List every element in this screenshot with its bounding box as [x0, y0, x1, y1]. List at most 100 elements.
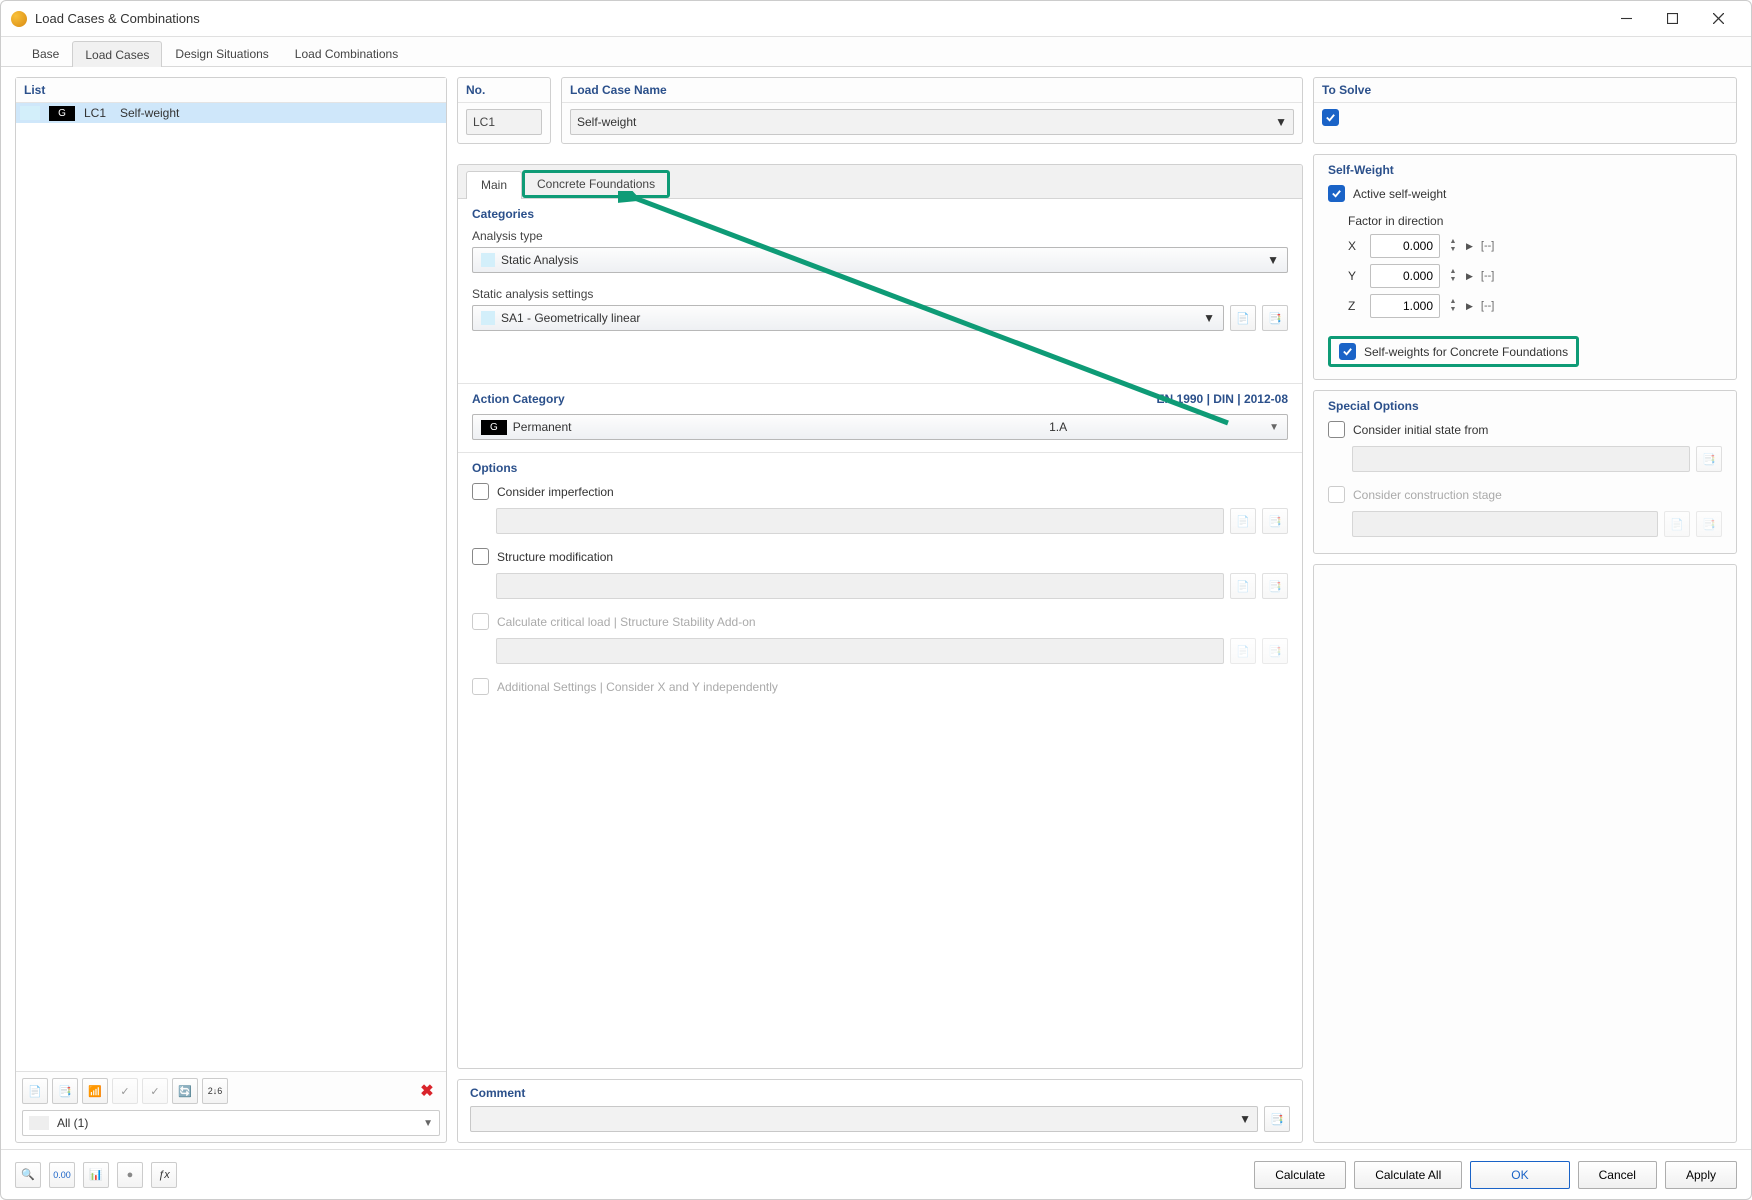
axis-y-label: Y [1348, 269, 1362, 283]
comment-title: Comment [470, 1086, 1290, 1100]
check-up-button[interactable]: ✓ [142, 1078, 168, 1104]
graphics-button[interactable]: 📊 [83, 1162, 109, 1188]
critical-field [496, 638, 1224, 664]
factor-direction-label: Factor in direction [1328, 214, 1722, 228]
factor-z-input[interactable] [1370, 294, 1440, 318]
initial-state-checkbox[interactable] [1328, 421, 1345, 438]
units-button[interactable]: 0.00 [49, 1162, 75, 1188]
footer: 🔍 0.00 📊 ● ƒx Calculate Calculate All OK… [1, 1149, 1751, 1199]
subtab-main[interactable]: Main [466, 171, 522, 199]
list-item[interactable]: G LC1 Self-weight [16, 103, 446, 123]
filter-combo[interactable]: All (1) ▼ [22, 1110, 440, 1136]
imperfection-checkbox[interactable] [472, 483, 489, 500]
name-combo[interactable]: Self-weight ▼ [570, 109, 1294, 135]
chevron-down-icon: ▼ [1239, 1112, 1251, 1126]
tab-design-situations[interactable]: Design Situations [162, 40, 281, 66]
calculate-all-button[interactable]: Calculate All [1354, 1161, 1462, 1189]
imperfection-new-button[interactable]: 📄 [1230, 508, 1256, 534]
calculate-button[interactable]: Calculate [1254, 1161, 1346, 1189]
reorder-button[interactable]: 📶 [82, 1078, 108, 1104]
initial-state-edit-button[interactable]: 📑 [1696, 446, 1722, 472]
structmod-checkbox[interactable] [472, 548, 489, 565]
help-button[interactable]: 🔍 [15, 1162, 41, 1188]
refresh-button[interactable]: 🔄 [172, 1078, 198, 1104]
renumber-button[interactable]: 2↓6 [202, 1078, 228, 1104]
copy-item-button[interactable]: 📑 [52, 1078, 78, 1104]
delete-button[interactable]: ✖ [414, 1078, 440, 1104]
comment-edit-button[interactable]: 📑 [1264, 1106, 1290, 1132]
spinner-x[interactable]: ▲▼ [1448, 238, 1458, 254]
new-item-button[interactable]: 📄 [22, 1078, 48, 1104]
imperfection-edit-button[interactable]: 📑 [1262, 508, 1288, 534]
list-header: List [16, 78, 446, 103]
minimize-button[interactable] [1603, 4, 1649, 34]
construction-stage-field [1352, 511, 1658, 537]
no-label: No. [458, 78, 550, 103]
critical-edit-button: 📑 [1262, 638, 1288, 664]
selfweight-cf-checkbox[interactable] [1339, 343, 1356, 360]
factor-x-input[interactable] [1370, 234, 1440, 258]
titlebar: Load Cases & Combinations [1, 1, 1751, 37]
categories-title: Categories [472, 207, 1288, 221]
check-down-button[interactable]: ✓ [112, 1078, 138, 1104]
play-icon[interactable]: ▶ [1466, 241, 1473, 252]
unit-x: [--] [1481, 240, 1494, 252]
no-input[interactable] [466, 109, 542, 135]
analysis-type-value: Static Analysis [501, 253, 578, 267]
active-selfweight-checkbox[interactable] [1328, 185, 1345, 202]
construction-stage-checkbox [1328, 486, 1345, 503]
additional-label: Additional Settings | Consider X and Y i… [497, 680, 778, 694]
cancel-button[interactable]: Cancel [1578, 1161, 1657, 1189]
sas-select[interactable]: SA1 - Geometrically linear ▼ [472, 305, 1224, 331]
sas-edit-button[interactable]: 📑 [1262, 305, 1288, 331]
script-button[interactable]: ƒx [151, 1162, 177, 1188]
spinner-z[interactable]: ▲▼ [1448, 298, 1458, 314]
factor-y-input[interactable] [1370, 264, 1440, 288]
action-category-select[interactable]: G Permanent 1.A ▼ [472, 414, 1288, 440]
structmod-edit-button[interactable]: 📑 [1262, 573, 1288, 599]
to-solve-checkbox[interactable] [1322, 109, 1339, 126]
sas-label: Static analysis settings [472, 287, 1288, 301]
apply-button[interactable]: Apply [1665, 1161, 1737, 1189]
construction-stage-edit-button: 📑 [1696, 511, 1722, 537]
window-title: Load Cases & Combinations [35, 11, 200, 26]
structmod-new-button[interactable]: 📄 [1230, 573, 1256, 599]
subtab-concrete-foundations[interactable]: Concrete Foundations [522, 170, 670, 198]
list-panel: List G LC1 Self-weight 📄 📑 📶 ✓ [15, 77, 447, 1143]
play-icon[interactable]: ▶ [1466, 301, 1473, 312]
tab-load-cases[interactable]: Load Cases [72, 41, 162, 67]
axis-x-label: X [1348, 239, 1362, 253]
active-selfweight-label: Active self-weight [1353, 187, 1446, 201]
imperfection-field [496, 508, 1224, 534]
structmod-label: Structure modification [497, 550, 613, 564]
special-title: Special Options [1328, 399, 1722, 413]
tab-base[interactable]: Base [19, 40, 72, 66]
chevron-down-icon: ▼ [1275, 115, 1287, 129]
subtabs: Main Concrete Foundations [458, 165, 1302, 199]
imperfection-label: Consider imperfection [497, 485, 614, 499]
maximize-button[interactable] [1649, 4, 1695, 34]
no-group: No. [457, 77, 551, 144]
sas-new-button[interactable]: 📄 [1230, 305, 1256, 331]
selfweight-title: Self-Weight [1328, 163, 1722, 177]
list-area[interactable]: G LC1 Self-weight [16, 103, 446, 1071]
color-chip [20, 106, 40, 120]
close-button[interactable] [1695, 4, 1741, 34]
list-item-name: Self-weight [116, 103, 446, 123]
analysis-type-label: Analysis type [472, 229, 1288, 243]
analysis-type-select[interactable]: Static Analysis ▼ [472, 247, 1288, 273]
category-badge: G [49, 106, 75, 121]
selfweight-cf-label: Self-weights for Concrete Foundations [1364, 345, 1568, 359]
record-button[interactable]: ● [117, 1162, 143, 1188]
spinner-y[interactable]: ▲▼ [1448, 268, 1458, 284]
sas-value: SA1 - Geometrically linear [501, 311, 640, 325]
ok-button[interactable]: OK [1470, 1161, 1569, 1189]
initial-state-label: Consider initial state from [1353, 423, 1488, 437]
tab-load-combinations[interactable]: Load Combinations [282, 40, 411, 66]
construction-stage-label: Consider construction stage [1353, 488, 1502, 502]
unit-y: [--] [1481, 270, 1494, 282]
structmod-field [496, 573, 1224, 599]
ac-code: 1.A [1041, 420, 1261, 434]
play-icon[interactable]: ▶ [1466, 271, 1473, 282]
comment-combo[interactable]: ▼ [470, 1106, 1258, 1132]
